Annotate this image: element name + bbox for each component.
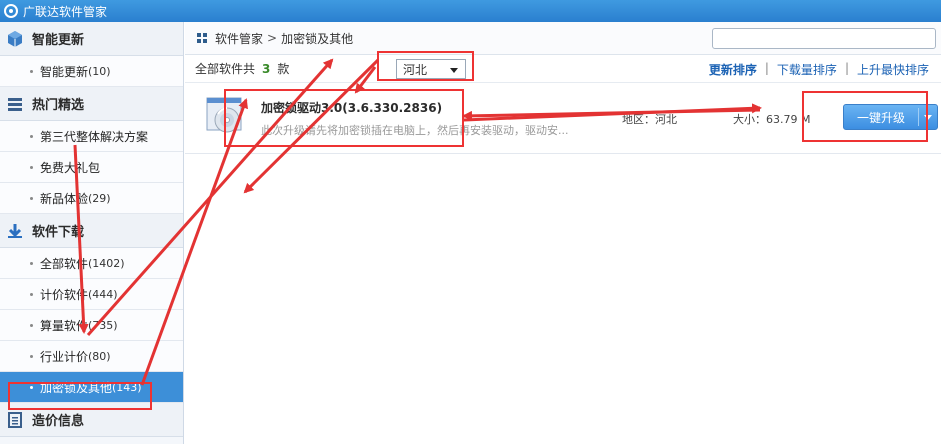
sidebar-item-label: 行业计价 — [40, 349, 89, 364]
sidebar-group-hot-picks[interactable]: 热门精选 — [0, 87, 183, 121]
sidebar-item-label: 全部软件 — [40, 256, 89, 271]
list-icon — [6, 95, 24, 113]
document-icon — [6, 411, 24, 429]
search-input[interactable] — [712, 28, 936, 49]
one-click-upgrade-button[interactable]: 一键升级 — [843, 104, 938, 130]
main-panel: 软件管家 > 加密锁及其他 全部软件共 3 款 河北 更新排序 | 下载量排序 … — [185, 22, 941, 444]
sidebar: 智能更新 智能更新 (10) 热门精选 第三代整体解决方案 免费大礼包 新品体验… — [0, 22, 184, 444]
sidebar-item-dongle-and-others[interactable]: 加密锁及其他 (143) — [0, 372, 183, 403]
grid-icon — [197, 33, 207, 43]
total-count: 3 — [262, 61, 271, 76]
sidebar-item-count: (10) — [88, 64, 111, 78]
total-suffix: 款 — [277, 62, 290, 76]
software-list-item: 加密锁驱动3.0(3.6.330.2836) 此次升级请先将加密锁插在电脑上，然… — [185, 84, 941, 154]
sidebar-item-free-gift-pack[interactable]: 免费大礼包 — [0, 152, 183, 183]
upgrade-button-label: 一键升级 — [856, 110, 905, 125]
software-size: 大小：63.79 M — [733, 113, 811, 126]
sort-options: 更新排序 | 下载量排序 | 上升最快排序 — [701, 61, 937, 78]
bullet-icon — [30, 70, 33, 73]
software-region: 地区：河北 — [622, 113, 677, 126]
sidebar-group-label: 智能更新 — [32, 33, 85, 48]
breadcrumb-separator: > — [267, 31, 278, 45]
sidebar-item-all-software[interactable]: 全部软件 (1402) — [0, 248, 183, 279]
app-logo-icon — [4, 4, 18, 18]
sidebar-item-industry-pricing[interactable]: 行业计价 (80) — [0, 341, 183, 372]
sidebar-item-pricing-software[interactable]: 计价软件 (444) — [0, 279, 183, 310]
software-description: 此次升级请先将加密锁插在电脑上，然后再安装驱动，驱动安... — [261, 124, 569, 137]
sidebar-item-count: (735) — [88, 318, 118, 332]
software-name[interactable]: 加密锁驱动3.0(3.6.330.2836) — [261, 99, 442, 116]
bullet-icon — [30, 293, 33, 296]
sidebar-item-label: 加密锁及其他 — [40, 380, 113, 395]
bullet-icon — [30, 386, 33, 389]
app-title: 广联达软件管家 — [23, 4, 108, 19]
sidebar-item-label: 新品体验 — [40, 191, 89, 206]
title-bar: 广联达软件管家 — [0, 0, 941, 22]
sidebar-item-new-product-trial[interactable]: 新品体验 (29) — [0, 183, 183, 214]
bullet-icon — [30, 324, 33, 327]
chevron-down-icon[interactable] — [924, 114, 932, 120]
sidebar-item-label: 算量软件 — [40, 318, 89, 333]
bullet-icon — [30, 166, 33, 169]
bullet-icon — [30, 262, 33, 265]
sidebar-item-count: (80) — [88, 349, 111, 363]
sidebar-group-software-download[interactable]: 软件下载 — [0, 214, 183, 248]
breadcrumb-current: 加密锁及其他 — [281, 31, 354, 46]
bullet-icon — [30, 135, 33, 138]
sidebar-group-smart-update[interactable]: 智能更新 — [0, 22, 183, 56]
sidebar-item-count: (143) — [112, 380, 142, 394]
breadcrumb-bar: 软件管家 > 加密锁及其他 — [185, 22, 941, 55]
sort-by-rising[interactable]: 上升最快排序 — [849, 61, 937, 78]
sort-by-update[interactable]: 更新排序 — [701, 61, 765, 78]
sidebar-item-count: (1402) — [88, 256, 125, 270]
sidebar-item-smart-update[interactable]: 智能更新 (10) — [0, 56, 183, 87]
button-divider — [918, 108, 919, 126]
sort-by-downloads[interactable]: 下载量排序 — [769, 61, 845, 78]
breadcrumb-root[interactable]: 软件管家 — [215, 30, 263, 47]
chevron-down-icon — [450, 68, 458, 73]
region-dropdown[interactable]: 河北 — [396, 59, 466, 79]
bullet-icon — [30, 197, 33, 200]
sidebar-group-cost-info[interactable]: 造价信息 — [0, 403, 183, 437]
disc-icon — [205, 94, 245, 134]
sidebar-item-label: 计价软件 — [40, 287, 89, 302]
sidebar-item-label: 免费大礼包 — [40, 160, 101, 175]
sidebar-item-label: 第三代整体解决方案 — [40, 129, 149, 144]
sidebar-group-label: 软件下载 — [32, 225, 85, 240]
sidebar-item-quantity-software[interactable]: 算量软件 (735) — [0, 310, 183, 341]
sidebar-group-label: 造价信息 — [32, 414, 85, 429]
region-selected-value: 河北 — [403, 62, 428, 77]
sidebar-group-label: 热门精选 — [32, 98, 85, 113]
sidebar-item-label: 智能更新 — [40, 64, 89, 79]
sidebar-item-third-gen-solution[interactable]: 第三代整体解决方案 — [0, 121, 183, 152]
download-icon — [6, 222, 24, 240]
filter-bar: 全部软件共 3 款 河北 更新排序 | 下载量排序 | 上升最快排序 — [185, 55, 941, 83]
cube-icon — [6, 30, 24, 48]
sidebar-item-count: (29) — [88, 191, 111, 205]
sidebar-item-count: (444) — [88, 287, 118, 301]
total-prefix: 全部软件共 — [195, 62, 256, 76]
bullet-icon — [30, 355, 33, 358]
